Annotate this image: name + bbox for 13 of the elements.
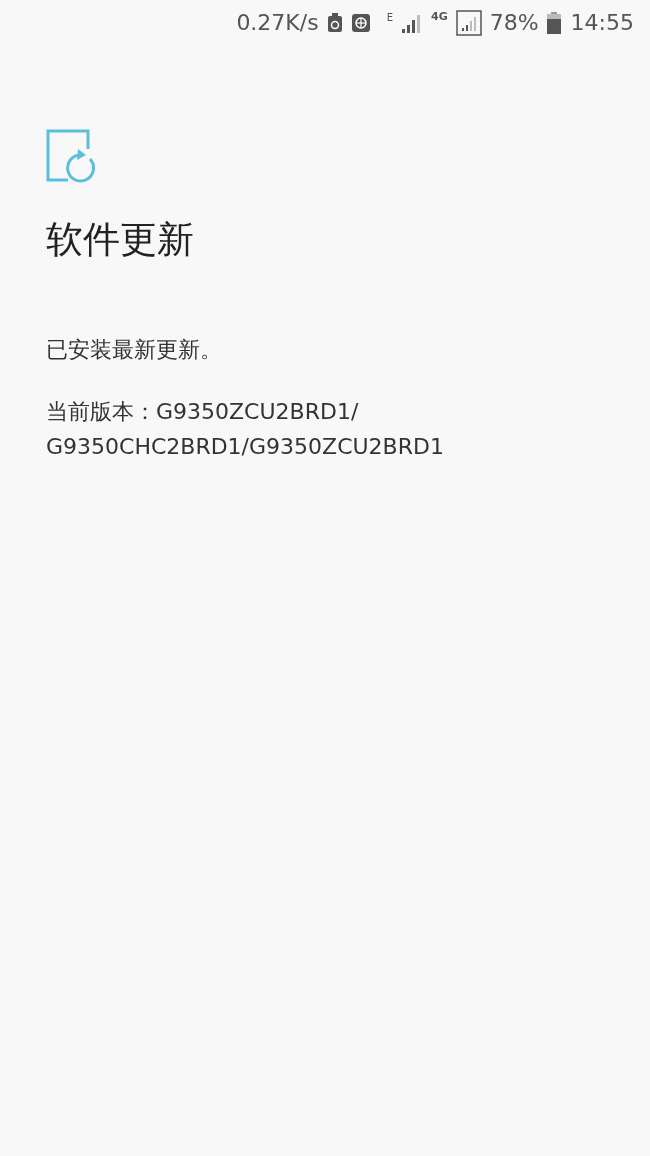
- clock: 14:55: [570, 9, 634, 37]
- battery-saver-icon: [326, 12, 343, 33]
- software-update-icon: [46, 129, 96, 183]
- battery-percentage: 78%: [489, 9, 539, 37]
- battery-icon: [546, 11, 561, 34]
- page-title: 软件更新: [46, 217, 195, 263]
- network-type-label: E: [386, 11, 393, 25]
- sim-card-icon: [350, 12, 371, 33]
- network-speed: 0.27K/s: [236, 9, 319, 37]
- status-message: 已安装最新更新。: [46, 336, 223, 364]
- data-type-label: 4G: [431, 9, 448, 25]
- version-text: 当前版本：G9350ZCU2BRD1/ G9350CHC2BRD1/G9350ZCU2BRD1: [46, 398, 445, 461]
- signal-icon: [455, 9, 482, 36]
